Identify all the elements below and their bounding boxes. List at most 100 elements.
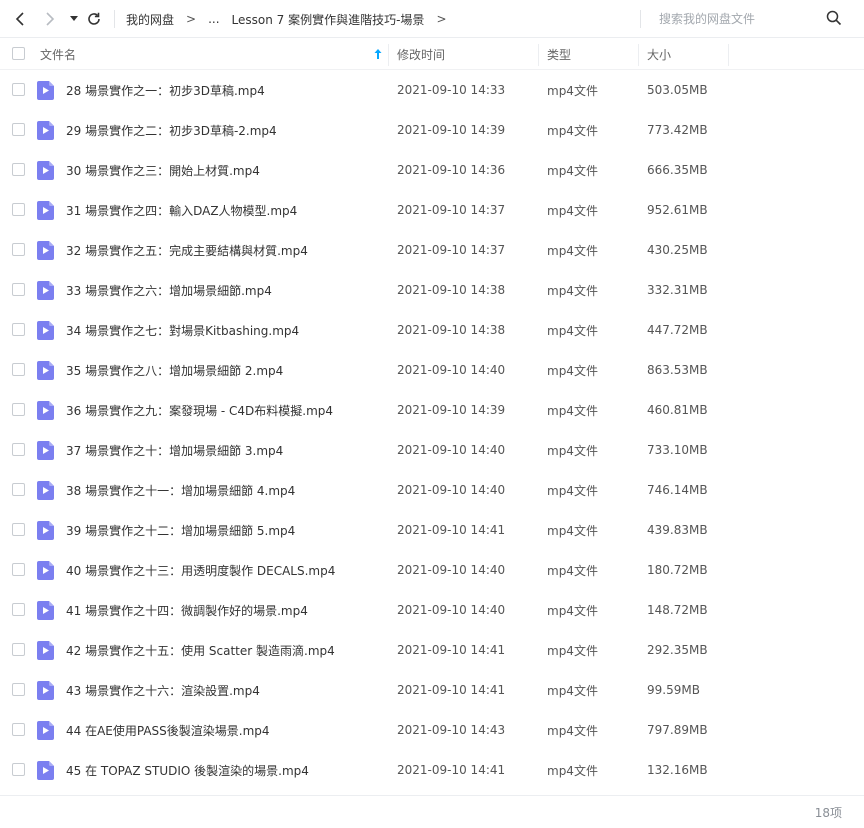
item-count: 18项 <box>814 806 842 820</box>
chevron-left-icon <box>15 12 24 26</box>
file-row[interactable]: 38 場景實作之十一：增加場景細節 4.mp4 2021-09-10 14:40… <box>0 470 864 510</box>
sort-ascending-icon[interactable] <box>373 48 383 60</box>
toolbar-divider <box>114 10 115 28</box>
back-button[interactable] <box>10 9 30 29</box>
video-file-icon <box>37 201 54 220</box>
file-type: mp4文件 <box>547 403 598 418</box>
file-row[interactable]: 36 場景實作之九：案發現場 - C4D布料模擬.mp4 2021-09-10 … <box>0 390 864 430</box>
file-row[interactable]: 34 場景實作之七：對場景Kitbashing.mp4 2021-09-10 1… <box>0 310 864 350</box>
file-row[interactable]: 31 場景實作之四：輸入DAZ人物模型.mp4 2021-09-10 14:37… <box>0 190 864 230</box>
file-row[interactable]: 30 場景實作之三：開始上材質.mp4 2021-09-10 14:36 mp4… <box>0 150 864 190</box>
file-name[interactable]: 35 場景實作之八：增加場景細節 2.mp4 <box>66 350 283 390</box>
breadcrumb-item-ellipsis[interactable]: ... <box>208 12 219 26</box>
row-checkbox[interactable] <box>12 603 25 616</box>
file-name[interactable]: 40 場景實作之十三：用透明度製作 DECALS.mp4 <box>66 550 335 590</box>
file-name[interactable]: 32 場景實作之五：完成主要結構與材質.mp4 <box>66 230 308 270</box>
file-name[interactable]: 30 場景實作之三：開始上材質.mp4 <box>66 150 260 190</box>
file-row[interactable]: 29 場景實作之二：初步3D草稿-2.mp4 2021-09-10 14:39 … <box>0 110 864 150</box>
file-size: 148.72MB <box>647 603 708 617</box>
file-row[interactable]: 40 場景實作之十三：用透明度製作 DECALS.mp4 2021-09-10 … <box>0 550 864 590</box>
video-file-icon <box>37 81 54 100</box>
video-file-icon <box>37 401 54 420</box>
column-modified[interactable]: 修改时间 <box>397 38 445 70</box>
file-size: 733.10MB <box>647 443 708 457</box>
video-file-icon <box>37 601 54 620</box>
file-type: mp4文件 <box>547 683 598 698</box>
file-size: 439.83MB <box>647 523 708 537</box>
row-checkbox[interactable] <box>12 83 25 96</box>
row-checkbox[interactable] <box>12 243 25 256</box>
row-checkbox[interactable] <box>12 443 25 456</box>
row-checkbox[interactable] <box>12 483 25 496</box>
file-row[interactable]: 44 在AE使用PASS後製渲染場景.mp4 2021-09-10 14:43 … <box>0 710 864 750</box>
search-button[interactable] <box>826 10 844 28</box>
forward-button[interactable] <box>40 9 60 29</box>
file-name[interactable]: 45 在 TOPAZ STUDIO 後製渲染的場景.mp4 <box>66 750 309 790</box>
file-size: 430.25MB <box>647 243 708 257</box>
file-modified: 2021-09-10 14:40 <box>397 443 506 457</box>
column-type[interactable]: 类型 <box>547 38 571 70</box>
file-name[interactable]: 28 場景實作之一：初步3D草稿.mp4 <box>66 70 265 110</box>
row-checkbox[interactable] <box>12 123 25 136</box>
file-size: 447.72MB <box>647 323 708 337</box>
file-name[interactable]: 33 場景實作之六：增加場景細節.mp4 <box>66 270 272 310</box>
file-modified: 2021-09-10 14:38 <box>397 323 506 337</box>
refresh-icon <box>88 12 100 25</box>
file-row[interactable]: 41 場景實作之十四：微調製作好的場景.mp4 2021-09-10 14:40… <box>0 590 864 630</box>
file-row[interactable]: 33 場景實作之六：增加場景細節.mp4 2021-09-10 14:38 mp… <box>0 270 864 310</box>
breadcrumb-item-root[interactable]: 我的网盘 <box>126 11 174 28</box>
file-type: mp4文件 <box>547 523 598 538</box>
file-name[interactable]: 44 在AE使用PASS後製渲染場景.mp4 <box>66 710 270 750</box>
file-name[interactable]: 43 場景實作之十六：渲染設置.mp4 <box>66 670 260 710</box>
file-type: mp4文件 <box>547 763 598 778</box>
breadcrumb-separator: > <box>436 12 447 26</box>
file-row[interactable]: 39 場景實作之十二：增加場景細節 5.mp4 2021-09-10 14:41… <box>0 510 864 550</box>
file-name[interactable]: 42 場景實作之十五：使用 Scatter 製造雨滴.mp4 <box>66 630 335 670</box>
row-checkbox[interactable] <box>12 323 25 336</box>
history-dropdown-button[interactable] <box>64 9 84 29</box>
video-file-icon <box>37 441 54 460</box>
column-divider[interactable] <box>538 44 539 66</box>
file-name[interactable]: 34 場景實作之七：對場景Kitbashing.mp4 <box>66 310 299 350</box>
file-row[interactable]: 42 場景實作之十五：使用 Scatter 製造雨滴.mp4 2021-09-1… <box>0 630 864 670</box>
file-name[interactable]: 29 場景實作之二：初步3D草稿-2.mp4 <box>66 110 277 150</box>
file-size: 863.53MB <box>647 363 708 377</box>
row-checkbox[interactable] <box>12 283 25 296</box>
column-divider[interactable] <box>638 44 639 66</box>
file-name[interactable]: 39 場景實作之十二：增加場景細節 5.mp4 <box>66 510 295 550</box>
column-divider[interactable] <box>388 44 389 66</box>
file-name[interactable]: 41 場景實作之十四：微調製作好的場景.mp4 <box>66 590 308 630</box>
row-checkbox[interactable] <box>12 683 25 696</box>
file-row[interactable]: 43 場景實作之十六：渲染設置.mp4 2021-09-10 14:41 mp4… <box>0 670 864 710</box>
file-size: 99.59MB <box>647 683 700 697</box>
file-size: 666.35MB <box>647 163 708 177</box>
row-checkbox[interactable] <box>12 403 25 416</box>
row-checkbox[interactable] <box>12 763 25 776</box>
file-row[interactable]: 45 在 TOPAZ STUDIO 後製渲染的場景.mp4 2021-09-10… <box>0 750 864 790</box>
file-name[interactable]: 31 場景實作之四：輸入DAZ人物模型.mp4 <box>66 190 297 230</box>
select-all-checkbox[interactable] <box>12 47 25 60</box>
column-divider[interactable] <box>728 44 729 66</box>
search-input[interactable] <box>659 0 824 38</box>
video-file-icon <box>37 641 54 660</box>
row-checkbox[interactable] <box>12 363 25 376</box>
file-row[interactable]: 32 場景實作之五：完成主要結構與材質.mp4 2021-09-10 14:37… <box>0 230 864 270</box>
column-name[interactable]: 文件名 <box>40 38 76 70</box>
row-checkbox[interactable] <box>12 523 25 536</box>
file-row[interactable]: 37 場景實作之十：增加場景細節 3.mp4 2021-09-10 14:40 … <box>0 430 864 470</box>
breadcrumb-item-current[interactable]: Lesson 7 案例實作與進階技巧-場景 <box>232 11 425 28</box>
row-checkbox[interactable] <box>12 723 25 736</box>
file-name[interactable]: 37 場景實作之十：增加場景細節 3.mp4 <box>66 430 283 470</box>
row-checkbox[interactable] <box>12 203 25 216</box>
file-modified: 2021-09-10 14:40 <box>397 363 506 377</box>
row-checkbox[interactable] <box>12 163 25 176</box>
chevron-right-icon <box>46 12 55 26</box>
row-checkbox[interactable] <box>12 563 25 576</box>
file-row[interactable]: 28 場景實作之一：初步3D草稿.mp4 2021-09-10 14:33 mp… <box>0 70 864 110</box>
refresh-button[interactable] <box>84 9 104 29</box>
file-row[interactable]: 35 場景實作之八：增加場景細節 2.mp4 2021-09-10 14:40 … <box>0 350 864 390</box>
row-checkbox[interactable] <box>12 643 25 656</box>
column-size[interactable]: 大小 <box>647 38 671 70</box>
file-name[interactable]: 36 場景實作之九：案發現場 - C4D布料模擬.mp4 <box>66 390 333 430</box>
file-name[interactable]: 38 場景實作之十一：增加場景細節 4.mp4 <box>66 470 295 510</box>
